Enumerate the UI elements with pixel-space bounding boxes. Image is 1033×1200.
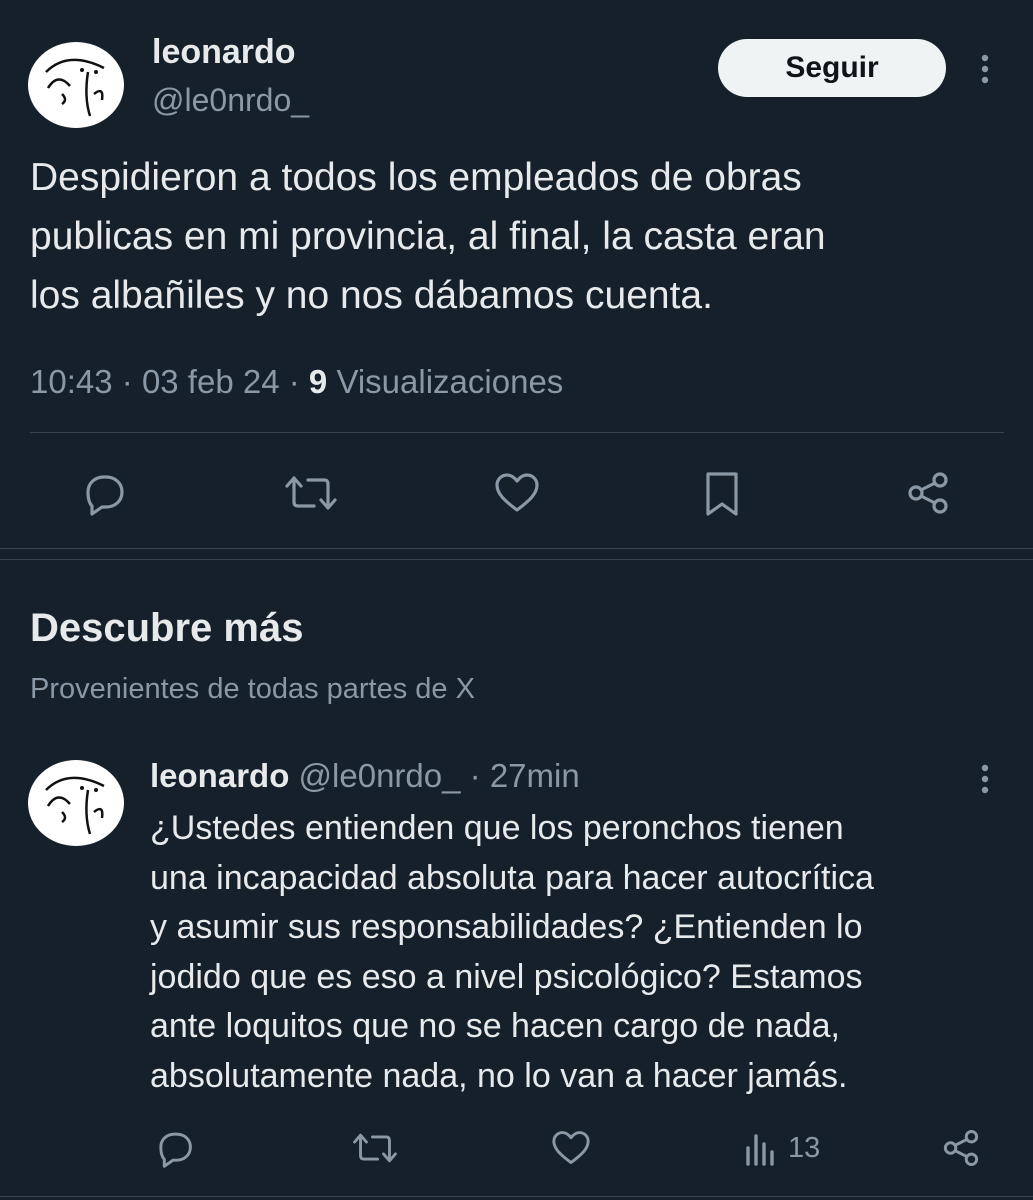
views-icon	[744, 1130, 778, 1166]
suggested-tweet-text: ¿Ustedes entienden que los peronchos tie…	[150, 804, 1020, 1101]
tweet-text-line: una incapacidad absoluta para hacer auto…	[150, 858, 874, 897]
more-options-icon[interactable]	[976, 52, 994, 86]
author-name[interactable]: leonardo	[150, 757, 289, 794]
divider	[0, 1196, 1033, 1197]
tweet-meta: 10:43 · 03 feb 24 · 9 Visualizaciones	[30, 363, 564, 400]
share-icon[interactable]	[904, 470, 952, 516]
avatar[interactable]	[28, 760, 124, 846]
separator: ·	[469, 757, 481, 794]
tweet-text-line: los albañiles y no nos dábamos cuenta.	[30, 274, 713, 317]
author-handle[interactable]: @le0nrdo_	[152, 80, 309, 120]
author-name[interactable]: leonardo	[152, 30, 296, 74]
views-label: Visualizaciones	[336, 363, 564, 400]
tweet-date[interactable]: 03 feb 24	[142, 363, 280, 400]
like-icon[interactable]	[493, 472, 541, 514]
reply-icon[interactable]	[78, 470, 126, 516]
section-divider	[0, 548, 1033, 560]
retweet-icon[interactable]	[352, 1130, 398, 1166]
retweet-icon[interactable]	[284, 472, 338, 514]
follow-button[interactable]: Seguir	[718, 39, 946, 97]
views-button[interactable]: 13	[744, 1130, 820, 1166]
tweet-time[interactable]: 10:43	[30, 363, 113, 400]
section-title: Descubre más	[30, 606, 304, 650]
tweet-text-line: publicas en mi provincia, al final, la c…	[30, 215, 826, 258]
avatar[interactable]	[28, 42, 124, 128]
like-icon[interactable]	[550, 1130, 592, 1166]
bookmark-icon[interactable]	[702, 470, 742, 518]
section-subtitle: Provenientes de todas partes de X	[30, 673, 475, 705]
views-count: 13	[788, 1131, 821, 1164]
tweet-text-line: ante loquitos que no se hacen cargo de n…	[150, 1007, 840, 1045]
tweet-text-line: jodido que es eso a nivel psicológico? E…	[150, 957, 863, 996]
tweet-text: Despidieron a todos los empleados de obr…	[30, 148, 1020, 325]
tweet-text-line: y asumir sus responsabilidades? ¿Entiend…	[150, 908, 863, 946]
tweet-age[interactable]: 27min	[490, 757, 580, 794]
reply-icon[interactable]	[152, 1128, 194, 1168]
author-handle[interactable]: @le0nrdo_	[299, 757, 461, 794]
views-count: 9	[308, 363, 328, 400]
share-icon[interactable]	[940, 1128, 982, 1168]
tweet-text-line: ¿Ustedes entienden que los peronchos tie…	[150, 809, 844, 847]
divider	[30, 432, 1004, 433]
tweet-text-line: absolutamente nada, no lo van a hacer ja…	[150, 1056, 848, 1095]
tweet-text-line: Despidieron a todos los empleados de obr…	[30, 156, 802, 199]
suggested-tweet-header: leonardo @le0nrdo_ · 27min	[150, 754, 580, 798]
more-options-icon[interactable]	[976, 762, 994, 796]
